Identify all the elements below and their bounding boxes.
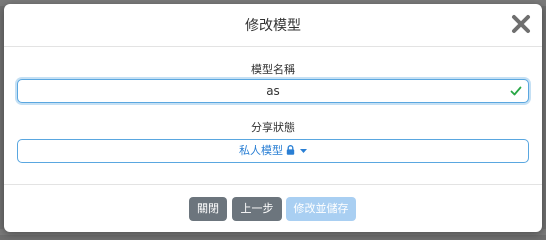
model-name-label: 模型名稱 bbox=[251, 63, 295, 76]
model-name-input[interactable] bbox=[18, 80, 528, 102]
dialog-title: 修改模型 bbox=[245, 18, 301, 34]
close-icon bbox=[512, 15, 530, 33]
check-icon bbox=[510, 86, 522, 96]
edit-model-dialog: 修改模型 模型名稱 分享狀態 私人模型 關閉 上一步 修改並儲存 bbox=[4, 4, 542, 232]
dialog-body: 模型名稱 分享狀態 私人模型 bbox=[4, 47, 542, 184]
close-dialog-button[interactable]: 關閉 bbox=[189, 197, 227, 221]
dialog-footer: 關閉 上一步 修改並儲存 bbox=[4, 184, 542, 233]
model-name-field bbox=[17, 79, 529, 103]
share-status-value: 私人模型 bbox=[239, 144, 283, 157]
share-status-label: 分享狀態 bbox=[251, 121, 295, 134]
lock-icon bbox=[286, 145, 295, 155]
previous-step-button[interactable]: 上一步 bbox=[232, 197, 282, 221]
share-status-dropdown[interactable]: 私人模型 bbox=[17, 139, 529, 163]
caret-down-icon bbox=[300, 149, 307, 153]
save-changes-button[interactable]: 修改並儲存 bbox=[286, 197, 356, 221]
dialog-header: 修改模型 bbox=[4, 4, 542, 47]
close-button[interactable] bbox=[508, 10, 534, 38]
